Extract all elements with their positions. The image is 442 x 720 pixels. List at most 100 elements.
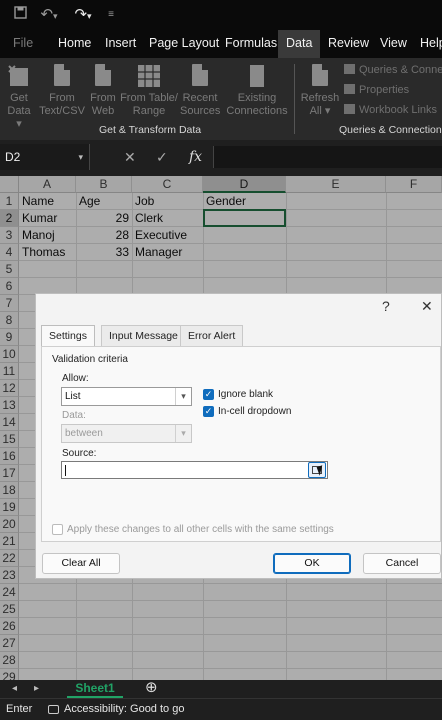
row-header[interactable]: 3 xyxy=(0,227,19,244)
cell-a1[interactable]: Name xyxy=(22,193,76,210)
tab-home[interactable]: Home xyxy=(58,30,91,58)
help-icon[interactable]: ? xyxy=(382,294,390,318)
row-header[interactable]: 2 xyxy=(0,210,19,227)
add-sheet-icon[interactable]: ⊕ xyxy=(145,679,158,697)
get-data-button[interactable]: Get Data ▾ xyxy=(4,62,34,131)
close-icon[interactable]: ✕ xyxy=(421,294,433,318)
row-header[interactable]: 15 xyxy=(0,431,19,448)
accessibility-status[interactable]: Accessibility: Good to go xyxy=(64,699,184,720)
cell-b3[interactable]: 28 xyxy=(76,227,132,244)
queries-connections-button[interactable]: Queries & Connections xyxy=(344,64,442,76)
gridline-horizontal xyxy=(19,634,442,635)
column-header-c[interactable]: C xyxy=(132,176,203,193)
row-header[interactable]: 17 xyxy=(0,465,19,482)
tab-view[interactable]: View xyxy=(380,30,407,58)
refresh-all-button[interactable]: Refresh All ▾ xyxy=(300,62,340,118)
row-header[interactable]: 14 xyxy=(0,414,19,431)
insert-function-icon[interactable]: fx xyxy=(189,144,202,170)
source-input[interactable] xyxy=(61,461,328,479)
customize-icon[interactable]: ≡ xyxy=(104,0,118,30)
row-header[interactable]: 29 xyxy=(0,669,19,680)
tab-formulas[interactable]: Formulas xyxy=(225,30,277,58)
ignore-blank-checkbox[interactable]: ✓ xyxy=(203,389,214,400)
tab-error-alert[interactable]: Error Alert xyxy=(180,325,244,346)
row-header[interactable]: 22 xyxy=(0,550,19,567)
formula-input[interactable] xyxy=(213,146,442,168)
queries-connections-label: Queries & Connections xyxy=(359,64,442,76)
row-header[interactable]: 26 xyxy=(0,618,19,635)
tab-help[interactable]: Help xyxy=(420,30,442,58)
next-sheet-icon[interactable]: ▸ xyxy=(34,680,39,698)
column-header-d[interactable]: D xyxy=(203,176,286,193)
row-header[interactable]: 25 xyxy=(0,601,19,618)
row-header[interactable]: 6 xyxy=(0,278,19,295)
row-header[interactable]: 20 xyxy=(0,516,19,533)
row-header[interactable]: 5 xyxy=(0,261,19,278)
properties-button[interactable]: Properties xyxy=(344,84,409,96)
check-icon[interactable]: ✓ xyxy=(156,144,168,170)
cell-b1[interactable]: Age xyxy=(79,193,132,210)
ok-button[interactable]: OK xyxy=(273,553,351,574)
row-header[interactable]: 23 xyxy=(0,567,19,584)
cell-c2[interactable]: Clerk xyxy=(135,210,203,227)
row-header[interactable]: 18 xyxy=(0,482,19,499)
tab-data[interactable]: Data xyxy=(278,30,321,58)
row-header[interactable]: 21 xyxy=(0,533,19,550)
allow-select[interactable]: List ▾ xyxy=(61,387,192,406)
row-header[interactable]: 19 xyxy=(0,499,19,516)
cell-a4[interactable]: Thomas xyxy=(22,244,76,261)
from-web-button[interactable]: From Web xyxy=(88,62,118,118)
cell-c4[interactable]: Manager xyxy=(135,244,203,261)
recent-sources-button[interactable]: Recent Sources xyxy=(180,62,220,118)
row-header[interactable]: 9 xyxy=(0,329,19,346)
column-header-e[interactable]: E xyxy=(286,176,386,193)
chevron-down-icon[interactable]: ▾ xyxy=(78,144,83,170)
recent-sources-icon xyxy=(188,62,212,90)
undo-icon[interactable]: ↶▾ xyxy=(36,0,62,30)
cell-b2[interactable]: 29 xyxy=(76,210,132,227)
cancel-button[interactable]: Cancel xyxy=(363,553,441,574)
clear-all-button[interactable]: Clear All xyxy=(42,553,120,574)
from-table-range-button[interactable]: From Table/ Range xyxy=(120,62,178,118)
from-text-csv-button[interactable]: From Text/CSV xyxy=(38,62,86,118)
save-icon[interactable] xyxy=(10,0,30,30)
tab-insert[interactable]: Insert xyxy=(105,30,136,58)
row-header[interactable]: 24 xyxy=(0,584,19,601)
tab-file[interactable]: File xyxy=(13,30,33,58)
row-header[interactable]: 8 xyxy=(0,312,19,329)
row-header[interactable]: 16 xyxy=(0,448,19,465)
prev-sheet-icon[interactable]: ◂ xyxy=(12,680,17,698)
row-header[interactable]: 11 xyxy=(0,363,19,380)
column-header-f[interactable]: F xyxy=(386,176,442,193)
row-header[interactable]: 10 xyxy=(0,346,19,363)
column-header-a[interactable]: A xyxy=(19,176,76,193)
row-header[interactable]: 7 xyxy=(0,295,19,312)
column-header-b[interactable]: B xyxy=(76,176,132,193)
redo-icon[interactable]: ↷▾ xyxy=(68,0,98,30)
cell-c1[interactable]: Job xyxy=(135,193,203,210)
cell-d1[interactable]: Gender xyxy=(206,193,286,210)
row-header[interactable]: 1 xyxy=(0,193,19,210)
tab-input-message[interactable]: Input Message xyxy=(101,325,186,346)
cell-b4[interactable]: 33 xyxy=(76,244,132,261)
row-header[interactable]: 12 xyxy=(0,380,19,397)
row-header[interactable]: 13 xyxy=(0,397,19,414)
cancel-icon[interactable]: ✕ xyxy=(124,144,136,170)
cell-a2[interactable]: Kumar xyxy=(22,210,76,227)
chevron-down-icon[interactable]: ▾ xyxy=(175,388,191,405)
select-all-corner[interactable] xyxy=(0,176,19,193)
sheet-tab-sheet1[interactable]: Sheet1 xyxy=(67,680,123,698)
tab-page-layout[interactable]: Page Layout xyxy=(149,30,219,58)
workbook-links-button[interactable]: Workbook Links xyxy=(344,104,437,116)
row-header[interactable]: 27 xyxy=(0,635,19,652)
tab-settings[interactable]: Settings xyxy=(41,325,95,347)
in-cell-dropdown-checkbox[interactable]: ✓ xyxy=(203,406,214,417)
cell-a3[interactable]: Manoj xyxy=(22,227,76,244)
row-header[interactable]: 28 xyxy=(0,652,19,669)
tab-review[interactable]: Review xyxy=(328,30,369,58)
name-box[interactable]: D2 ▾ xyxy=(0,144,90,170)
active-cell-d2[interactable] xyxy=(203,209,286,227)
existing-connections-button[interactable]: Existing Connections xyxy=(226,62,288,118)
cell-c3[interactable]: Executive xyxy=(135,227,203,244)
row-header[interactable]: 4 xyxy=(0,244,19,261)
